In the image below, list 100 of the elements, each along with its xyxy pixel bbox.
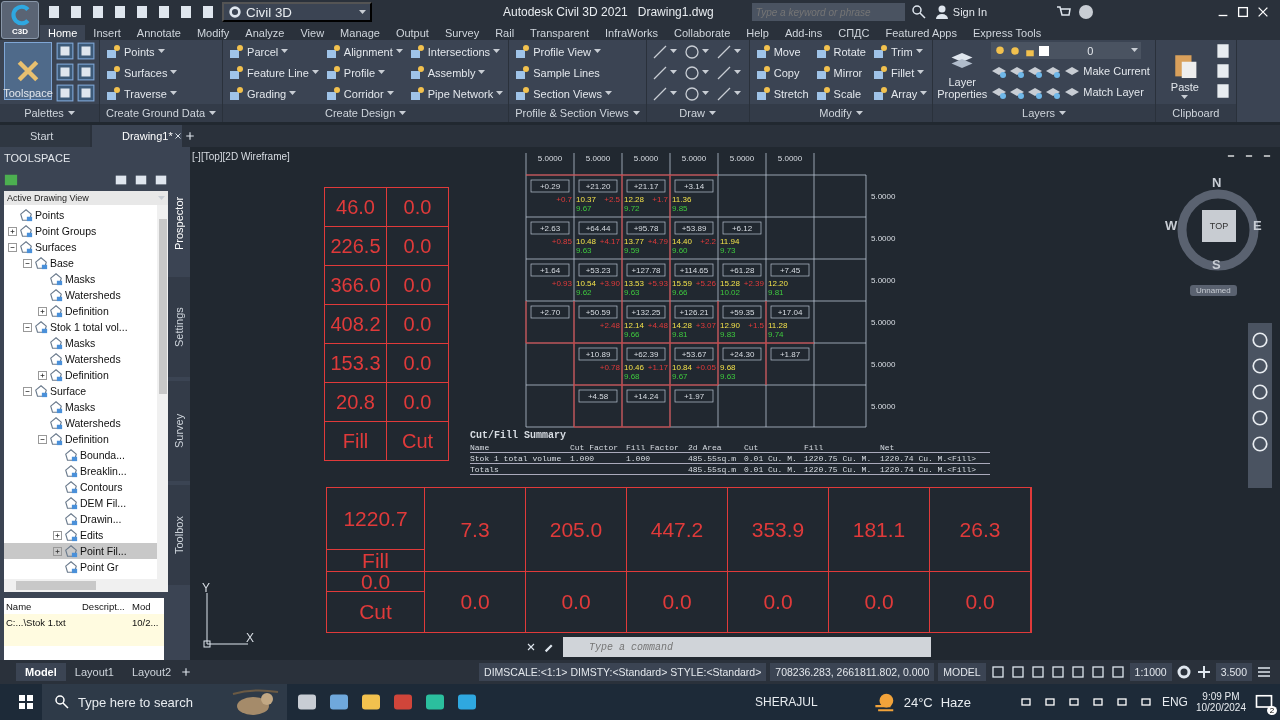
collapse-icon[interactable] — [23, 322, 32, 332]
menu-icon[interactable] — [1256, 664, 1272, 680]
panel-title[interactable]: Draw — [646, 104, 749, 122]
tree-item[interactable]: Watersheds — [4, 287, 157, 303]
ribbon-tab[interactable]: View — [292, 25, 333, 40]
tree-item[interactable]: Surface — [4, 383, 157, 399]
ribbon-button[interactable]: Rotate — [813, 42, 867, 61]
expand-icon[interactable] — [38, 370, 47, 380]
panel-title[interactable]: Clipboard — [1155, 104, 1236, 122]
tree-item[interactable]: Definition — [4, 431, 157, 447]
close-icon[interactable] — [525, 641, 537, 653]
tree-item[interactable]: Bounda... — [4, 447, 157, 463]
layout-tab[interactable]: Layout2 — [122, 663, 181, 681]
application-button[interactable]: C3D — [1, 1, 39, 39]
file-tab[interactable]: Start — [0, 125, 90, 147]
ribbon-button[interactable]: Mirror — [813, 63, 867, 82]
ribbon-button[interactable]: Parcel — [227, 42, 320, 61]
ribbon-button[interactable]: Feature Line — [227, 63, 320, 82]
maximize-icon[interactable] — [1236, 5, 1250, 19]
expand-icon[interactable] — [38, 306, 47, 316]
ribbon-tab[interactable]: Add-ins — [776, 25, 831, 40]
tree-item[interactable]: Definition — [4, 303, 157, 319]
tree-item[interactable]: Contours — [4, 479, 157, 495]
tree-item[interactable]: Masks — [4, 399, 157, 415]
ribbon-tab[interactable]: Transparent — [522, 25, 597, 40]
panel-title[interactable]: Create Design — [223, 104, 509, 122]
side-tab[interactable]: Survey — [168, 381, 190, 481]
workspace-dropdown[interactable]: Civil 3D — [222, 2, 372, 22]
tree-item[interactable]: Definition — [4, 367, 157, 383]
ribbon-button[interactable]: Fillet — [871, 63, 929, 82]
compass-ring-icon[interactable] — [1175, 187, 1261, 273]
tree-item[interactable]: Point Fil... — [4, 543, 157, 559]
layout-tab[interactable]: Model — [16, 663, 66, 681]
ribbon-button[interactable]: Profile View — [513, 42, 614, 61]
column-header[interactable]: Mod — [130, 600, 164, 612]
close-icon[interactable] — [172, 131, 183, 141]
tree-item[interactable]: Stok 1 total vol... — [4, 319, 157, 335]
viewport-label[interactable]: [-][Top][2D Wireframe] — [192, 151, 290, 162]
ribbon-tab[interactable]: Insert — [85, 25, 129, 40]
tree-item[interactable]: Edits — [4, 527, 157, 543]
tree-item[interactable]: Surfaces — [4, 239, 157, 255]
language-indicator[interactable]: ENG — [1161, 695, 1188, 709]
tree-item[interactable]: DEM Fil... — [4, 495, 157, 511]
file-tab[interactable]: Drawing1* — [92, 125, 182, 147]
ribbon-tab[interactable]: Manage — [332, 25, 388, 40]
search-icon[interactable] — [910, 4, 927, 20]
ribbon-button[interactable]: Pipe Network — [407, 84, 505, 103]
ribbon-button[interactable]: Stretch — [753, 84, 810, 103]
toolspace-button[interactable]: Toolspace — [4, 42, 52, 100]
paste-button[interactable]: Paste — [1159, 42, 1210, 100]
model-space-button[interactable]: MODEL — [938, 663, 986, 681]
collapse-icon[interactable] — [8, 242, 17, 252]
ribbon-button[interactable]: Grading — [227, 84, 320, 103]
panel-title[interactable]: Modify — [749, 104, 933, 122]
tree-item[interactable]: Watersheds — [4, 415, 157, 431]
sign-in-button[interactable]: Sign In — [932, 2, 989, 22]
ribbon-tab[interactable]: Analyze — [237, 25, 293, 40]
panel-title[interactable]: Create Ground Data — [100, 104, 223, 122]
ribbon-button[interactable]: Points — [104, 42, 179, 61]
expand-icon[interactable] — [53, 530, 62, 540]
ribbon-button[interactable]: Alignment — [323, 42, 404, 61]
ribbon-button[interactable]: Profile — [323, 63, 404, 82]
tree-item[interactable]: Drawin... — [4, 511, 157, 527]
viewcube-face[interactable]: TOP — [1202, 210, 1236, 242]
tree-item[interactable]: Masks — [4, 335, 157, 351]
expand-icon[interactable] — [53, 546, 62, 556]
collapse-icon[interactable] — [23, 386, 32, 396]
collapse-icon[interactable] — [38, 434, 47, 444]
ribbon-button[interactable]: Make Current — [1063, 61, 1151, 80]
ribbon-button[interactable]: Sample Lines — [513, 63, 614, 82]
ribbon-button[interactable]: Copy — [753, 63, 810, 82]
tree-item[interactable]: Point Groups — [4, 223, 157, 239]
scale-dropdown[interactable]: 1:1000 — [1129, 663, 1172, 681]
scrollbar[interactable] — [4, 579, 168, 592]
clock[interactable]: 9:09 PM 10/20/2024 — [1195, 691, 1246, 713]
layer-properties-button[interactable]: Layer Properties — [937, 42, 988, 100]
ribbon-button[interactable]: Trim — [871, 42, 929, 61]
ribbon-tab[interactable]: InfraWorks — [597, 25, 666, 40]
tree-item[interactable]: Base — [4, 255, 157, 271]
ribbon-tab[interactable]: СПДС — [830, 25, 878, 40]
ribbon-tab[interactable]: Survey — [436, 25, 488, 40]
view-dropdown[interactable]: Active Drawing View — [4, 191, 168, 205]
layer-dropdown[interactable]: 0 — [991, 42, 1142, 59]
ribbon-button[interactable]: Corridor — [323, 84, 404, 103]
ribbon-tab[interactable]: Annotate — [128, 25, 189, 40]
expand-icon[interactable] — [8, 226, 17, 236]
ribbon-button[interactable]: Move — [753, 42, 810, 61]
scrollbar[interactable] — [157, 205, 168, 579]
ribbon-tab[interactable]: Express Tools — [965, 25, 1050, 40]
ribbon-tab[interactable]: Rail — [487, 25, 523, 40]
ribbon-button[interactable]: Section Views — [513, 84, 614, 103]
collapse-icon[interactable] — [23, 258, 32, 268]
ribbon-button[interactable]: Surfaces — [104, 63, 179, 82]
tree-item[interactable]: Masks — [4, 271, 157, 287]
close-icon[interactable] — [1256, 5, 1270, 19]
ribbon-button[interactable]: Assembly — [407, 63, 505, 82]
ribbon-tab[interactable]: Output — [387, 25, 437, 40]
tree-item[interactable]: Points — [4, 207, 157, 223]
ribbon-tab[interactable]: Modify — [188, 25, 238, 40]
ribbon-button[interactable]: Array — [871, 84, 929, 103]
